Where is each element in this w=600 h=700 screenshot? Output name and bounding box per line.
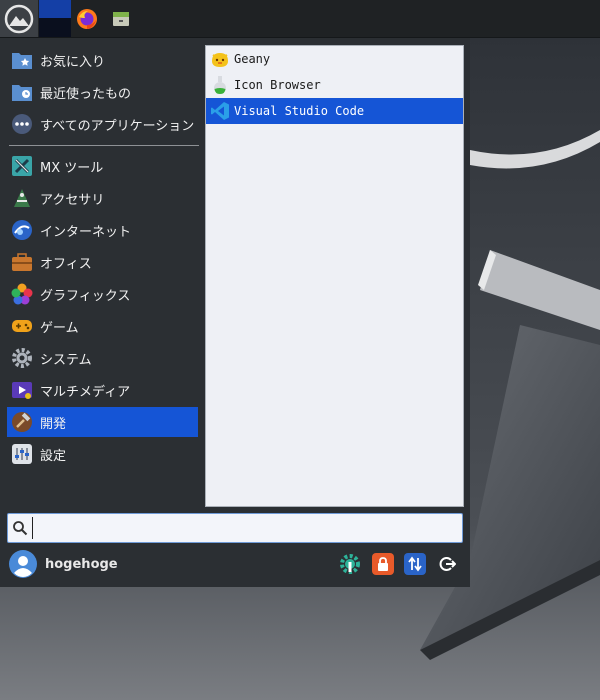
app-item-icon-browser[interactable]: Icon Browser	[206, 72, 463, 98]
category-label: MX ツール	[40, 160, 104, 176]
multimedia-icon	[11, 379, 33, 401]
recent-folder-icon	[11, 81, 33, 103]
mx-tools-icon	[11, 155, 33, 177]
category-label: オフィス	[40, 256, 92, 272]
category-label: インターネット	[40, 224, 132, 240]
lock-screen-icon	[378, 557, 388, 571]
category-internet[interactable]: インターネット	[7, 215, 198, 245]
icon-browser-flask-icon	[210, 75, 230, 95]
category-system[interactable]: システム	[7, 343, 198, 373]
category-label: お気に入り	[40, 54, 106, 70]
category-label: 開発	[40, 416, 67, 432]
avatar[interactable]	[9, 550, 37, 578]
app-item-geany[interactable]: Geany	[206, 46, 463, 72]
app-label: Icon Browser	[234, 78, 321, 92]
top-panel	[0, 0, 600, 38]
workspace-pager[interactable]	[39, 0, 71, 37]
category-label: システム	[40, 352, 92, 368]
application-menu: お気に入り 最近使ったもの すべてのアプリケーション MX ツール アクセサリ	[0, 38, 470, 587]
category-label: マルチメディア	[40, 384, 131, 400]
category-all-apps[interactable]: すべてのアプリケーション	[7, 109, 198, 139]
category-office[interactable]: オフィス	[7, 247, 198, 277]
search-box[interactable]	[7, 513, 463, 543]
app-label: Visual Studio Code	[234, 104, 365, 118]
settings-icon	[11, 443, 33, 465]
category-mx-tools[interactable]: MX ツール	[7, 151, 198, 181]
category-label: アクセサリ	[40, 192, 105, 208]
category-label: グラフィックス	[40, 288, 131, 304]
lock-screen-button[interactable]	[372, 553, 394, 575]
search-input[interactable]	[32, 517, 453, 539]
category-label: 設定	[40, 448, 67, 464]
category-settings[interactable]: 設定	[7, 439, 198, 469]
application-list: Geany Icon Browser Visual Studio Code	[205, 45, 464, 507]
internet-icon	[11, 219, 33, 241]
category-favorites[interactable]: お気に入り	[7, 45, 198, 75]
graphics-icon	[11, 283, 33, 305]
geany-icon	[210, 49, 230, 69]
app-label: Geany	[234, 52, 271, 66]
system-gear-icon	[11, 347, 33, 369]
file-manager-icon[interactable]	[107, 0, 135, 37]
category-label: ゲーム	[40, 320, 79, 336]
category-label: すべてのアプリケーション	[40, 118, 195, 134]
category-list: お気に入り 最近使ったもの すべてのアプリケーション MX ツール アクセサリ	[0, 38, 205, 508]
category-games[interactable]: ゲーム	[7, 311, 198, 341]
settings-manager-icon	[340, 554, 360, 574]
accessories-icon	[11, 187, 33, 209]
category-recent[interactable]: 最近使ったもの	[7, 77, 198, 107]
category-graphics[interactable]: グラフィックス	[7, 279, 198, 309]
category-development[interactable]: 開発	[7, 407, 198, 437]
development-hammer-icon	[11, 411, 33, 433]
favorites-folder-icon	[11, 49, 33, 71]
vscode-icon	[210, 101, 230, 121]
games-icon	[11, 315, 33, 337]
username: hogehoge	[45, 557, 118, 572]
mx-logo-icon[interactable]	[0, 0, 38, 37]
office-icon	[11, 251, 33, 273]
switch-user-icon	[408, 556, 422, 572]
firefox-icon[interactable]	[73, 0, 101, 37]
app-item-visual-studio-code[interactable]: Visual Studio Code	[206, 98, 463, 124]
search-icon	[13, 521, 28, 536]
logout-icon	[439, 557, 456, 571]
category-multimedia[interactable]: マルチメディア	[7, 375, 198, 405]
category-accessories[interactable]: アクセサリ	[7, 183, 198, 213]
logout-button[interactable]	[436, 553, 458, 575]
menu-footer: hogehoge	[0, 546, 470, 586]
switch-user-button[interactable]	[404, 553, 426, 575]
category-separator	[9, 145, 199, 146]
all-apps-icon	[11, 113, 33, 135]
settings-manager-button[interactable]	[339, 553, 361, 575]
category-label: 最近使ったもの	[40, 86, 132, 102]
